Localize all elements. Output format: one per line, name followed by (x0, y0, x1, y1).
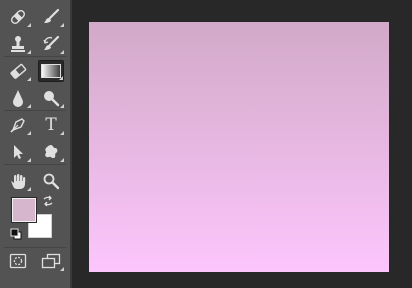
type-icon: T (45, 114, 57, 135)
screen-mode-button[interactable] (38, 250, 64, 272)
swap-colors-button[interactable] (40, 194, 56, 208)
toolbar-separator (4, 247, 66, 248)
clone-stamp-tool[interactable] (5, 33, 31, 55)
eraser-tool[interactable] (5, 60, 31, 82)
brush-icon (44, 8, 60, 23)
spot-healing-brush-tool[interactable] (5, 6, 31, 28)
foreground-color-swatch[interactable] (11, 197, 37, 223)
tool-group-indicator (27, 77, 31, 81)
tool-group-indicator (59, 76, 63, 80)
gradient-tool[interactable] (38, 60, 64, 82)
magnifier-icon (43, 173, 60, 190)
pen-tool[interactable] (5, 114, 31, 136)
quick-mask-mode-button[interactable] (5, 250, 31, 272)
toolbar-separator (4, 110, 66, 111)
bandage-icon (10, 9, 26, 25)
tool-group-indicator (60, 267, 64, 271)
dodge-icon (44, 91, 60, 107)
history-brush-tool[interactable] (38, 33, 64, 55)
tool-group-indicator (60, 158, 64, 162)
toolbar-separator (4, 164, 66, 165)
brush-tool[interactable] (38, 6, 64, 28)
history-brush-icon (43, 35, 60, 50)
arrow-pointer-icon (14, 145, 23, 159)
blob-shape-icon (45, 145, 58, 158)
path-selection-tool[interactable] (5, 141, 31, 163)
hand-tool[interactable] (5, 170, 31, 192)
tool-group-indicator (27, 23, 31, 27)
panel-divider (70, 0, 72, 288)
eraser-icon (10, 63, 27, 79)
tools-panel: T (0, 0, 70, 288)
tool-group-indicator (27, 131, 31, 135)
tool-group-indicator (27, 158, 31, 162)
tool-group-indicator (27, 104, 31, 108)
gradient-icon (41, 64, 61, 78)
tool-group-indicator (60, 23, 64, 27)
blur-drop-icon (13, 90, 23, 107)
stamp-icon (11, 36, 25, 52)
swap-arrows-icon (43, 195, 53, 207)
custom-shape-tool[interactable] (38, 141, 64, 163)
default-colors-button[interactable] (9, 227, 23, 241)
toolbar-separator (4, 56, 66, 57)
tool-group-indicator (60, 50, 64, 54)
tool-group-indicator (27, 50, 31, 54)
document-canvas[interactable] (89, 22, 389, 272)
screen-mode-icon (41, 253, 61, 269)
pen-icon (10, 118, 25, 133)
blur-tool[interactable] (5, 87, 31, 109)
tool-group-indicator (60, 104, 64, 108)
hand-icon (11, 174, 26, 189)
quick-mask-icon (9, 253, 27, 269)
dodge-tool[interactable] (38, 87, 64, 109)
tool-group-indicator (60, 131, 64, 135)
zoom-tool[interactable] (38, 170, 64, 192)
tool-group-indicator (27, 187, 31, 191)
default-colors-icon (10, 228, 22, 240)
type-tool[interactable]: T (38, 114, 64, 136)
